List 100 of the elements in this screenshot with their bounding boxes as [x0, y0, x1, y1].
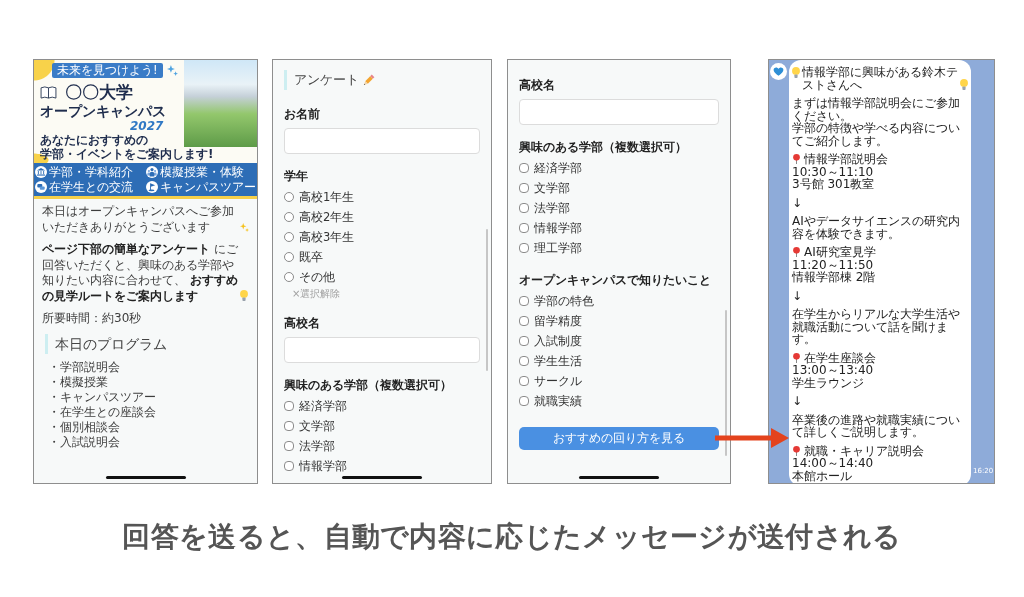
event-place: 学生ラウンジ	[792, 376, 864, 389]
lightbulb-icon	[240, 289, 248, 301]
event-time: 14:00～14:40	[792, 457, 874, 470]
message-text: 学部の特徴や学べる内容についてご紹介します。	[792, 122, 961, 147]
option-label: 入試制度	[534, 333, 582, 349]
radio-button[interactable]	[284, 192, 294, 202]
radio-button[interactable]	[284, 232, 294, 242]
message-text: AIやデータサイエンスの研究内容を体験できます。	[792, 215, 961, 240]
feature-label: 模擬授業・体験	[159, 165, 244, 179]
program-item: ・個別相談会	[48, 419, 120, 435]
sparkle-icon	[166, 65, 178, 76]
option-label: 高校2年生	[299, 209, 355, 225]
program-item: ・学部説明会	[48, 359, 120, 375]
heart-avatar-icon	[770, 63, 787, 80]
sparkle-icon	[240, 222, 249, 232]
clear-selection-link[interactable]: ×選択解除	[292, 287, 341, 301]
radio-button[interactable]	[284, 252, 294, 262]
greeting-text: 情報学部に興味がある鈴木テストさんへ	[802, 66, 959, 91]
program-item: ・在学生との座談会	[48, 404, 156, 420]
option-label: 経済学部	[299, 398, 347, 414]
accent-bar	[284, 70, 287, 90]
event-title: 就職・キャリア説明会	[804, 444, 924, 457]
tagline-ribbon: 未来を見つけよう!	[52, 63, 163, 78]
checkbox[interactable]	[284, 461, 294, 471]
flag-icon	[145, 181, 158, 193]
field-label: 高校名	[519, 78, 555, 93]
section-heading: 本日のプログラム	[55, 334, 167, 353]
event-title: 情報学部説明会	[804, 153, 888, 166]
text-input[interactable]	[519, 99, 719, 125]
text-input[interactable]	[284, 128, 480, 154]
checkbox[interactable]	[519, 316, 529, 326]
radio-button[interactable]	[284, 212, 294, 222]
checkbox[interactable]	[519, 203, 529, 213]
message-text: まずは情報学部説明会にご参加ください。	[792, 97, 961, 122]
field-label: 興味のある学部（複数選択可）	[519, 140, 687, 155]
down-arrow-text: ↓	[792, 196, 803, 209]
option-label: 文学部	[299, 418, 335, 434]
banner-lead-text: 学部・イベントをご案内します!	[40, 147, 214, 161]
field-label: 学年	[284, 169, 308, 184]
feature-label: キャンパスツアー	[159, 180, 256, 194]
option-label: 既卒	[299, 249, 323, 265]
event-place: 情報学部棟 2階	[792, 271, 876, 284]
text-input[interactable]	[284, 337, 480, 363]
message-text: 卒業後の進路や就職実績について詳しくご説明します。	[792, 413, 961, 439]
event-title: 在学生座談会	[804, 351, 876, 364]
checkbox[interactable]	[519, 296, 529, 306]
option-label: 高校1年生	[299, 189, 355, 205]
event-time: 11:20～11:50	[792, 258, 874, 271]
feature-label: 学部・学科紹介	[49, 165, 133, 179]
banner-year: 2027	[130, 120, 164, 133]
checkbox[interactable]	[284, 441, 294, 451]
checkbox[interactable]	[519, 163, 529, 173]
option-label: その他	[299, 269, 335, 285]
book-icon	[40, 86, 57, 99]
pin-icon	[793, 154, 800, 165]
caption-text: 回答を送ると、自動で内容に応じたメッセージが送付される	[122, 520, 902, 554]
field-label: 興味のある学部（複数選択可）	[284, 378, 452, 393]
option-label: 情報学部	[534, 220, 582, 236]
option-label: 高校3年生	[299, 229, 355, 245]
checkbox[interactable]	[519, 396, 529, 406]
banner-title: 〇〇大学	[65, 82, 133, 103]
program-item: ・入試説明会	[48, 434, 120, 450]
program-item: ・キャンパスツアー	[48, 389, 156, 405]
banner-lead-text: あなたにおすすめの	[40, 133, 148, 147]
checkbox[interactable]	[519, 243, 529, 253]
paragraph: ページ下部の簡単なアンケート にご回答いただくと、興味のある学部や知りたい内容に合わせて、 おすすめの見学ルートをご案内します	[42, 242, 239, 304]
lightbulb-icon	[960, 79, 968, 90]
option-label: 理工学部	[534, 240, 582, 256]
event-time: 13:00～13:40	[792, 364, 874, 377]
field-label: オープンキャンパスで知りたいこと	[519, 273, 711, 288]
checkbox[interactable]	[284, 401, 294, 411]
banner-subtitle: オープンキャンパス	[40, 103, 166, 120]
section-heading: アンケート	[294, 71, 359, 89]
paragraph: 本日はオープンキャンパスへご参加いただきありがとうございます	[42, 204, 235, 235]
field-label: 高校名	[284, 316, 320, 331]
message-text: 在学生からリアルな大学生活や就職活動について話を聞けます。	[792, 308, 961, 346]
event-title: AI研究室見学	[804, 246, 876, 259]
option-label: サークル	[534, 373, 582, 389]
pencil-icon	[362, 73, 375, 87]
people-icon	[145, 166, 158, 178]
checkbox[interactable]	[519, 183, 529, 193]
submit-button[interactable]: おすすめの回り方を見る	[519, 427, 719, 450]
radio-button[interactable]	[284, 272, 294, 282]
option-label: 経済学部	[534, 160, 582, 176]
checkbox[interactable]	[519, 223, 529, 233]
down-arrow-text: ↓	[792, 289, 803, 302]
accent-bar	[45, 333, 48, 354]
option-label: 学部の特色	[534, 293, 594, 309]
down-arrow-text: ↓	[792, 395, 803, 408]
option-label: 文学部	[534, 180, 570, 196]
checkbox[interactable]	[284, 421, 294, 431]
paragraph: 所要時間：約30秒	[42, 311, 142, 325]
checkbox[interactable]	[519, 376, 529, 386]
checkbox[interactable]	[519, 336, 529, 346]
event-place: 本館ホール	[792, 469, 852, 482]
program-item: ・模擬授業	[48, 374, 108, 390]
option-label: 就職実績	[534, 393, 582, 409]
pin-icon	[793, 247, 800, 258]
checkbox[interactable]	[519, 356, 529, 366]
option-label: 法学部	[299, 438, 335, 454]
